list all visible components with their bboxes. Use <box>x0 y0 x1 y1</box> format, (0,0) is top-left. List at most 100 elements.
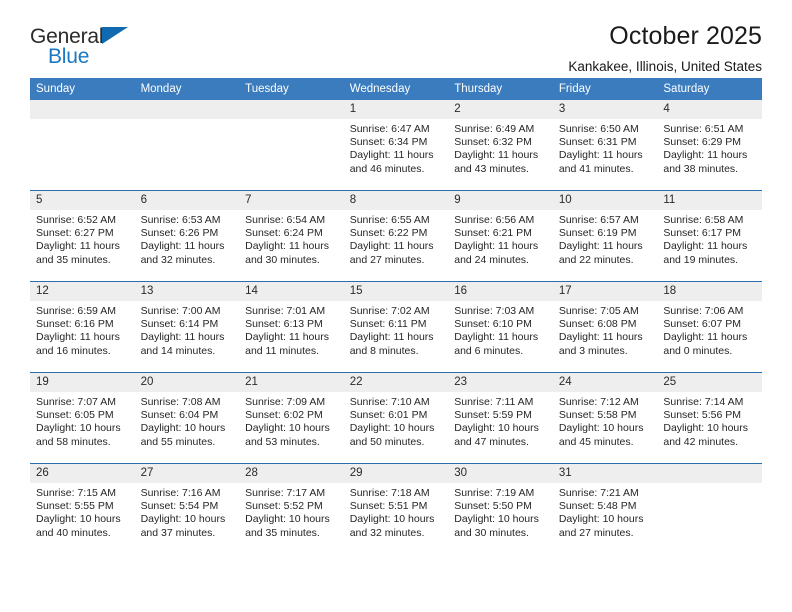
calendar-day-cell[interactable]: 30 Sunrise: 7:19 AM Sunset: 5:50 PM Dayligh… <box>448 463 553 554</box>
daylight-duration-line2: and 3 minutes. <box>558 344 628 357</box>
sunrise-time: Sunrise: 7:01 AM <box>245 305 326 317</box>
day-number: 26 <box>30 464 135 483</box>
calendar-day-cell[interactable]: 24 Sunrise: 7:12 AM Sunset: 5:58 PM Dayligh… <box>552 372 658 464</box>
day-cell-inner: 24 Sunrise: 7:12 AM Sunset: 5:58 PM Dayligh… <box>552 373 658 463</box>
daylight-duration-line1: Daylight: 11 hours <box>140 240 225 253</box>
daylight-duration-line1: Daylight: 10 hours <box>663 422 749 435</box>
day-cell-inner: 5 Sunrise: 6:52 AM Sunset: 6:27 PM Daylight… <box>30 191 135 281</box>
calendar-day-cell[interactable]: 18 Sunrise: 7:06 AM Sunset: 6:07 PM Dayligh… <box>657 281 762 373</box>
weekday-header-monday: Monday <box>134 78 240 100</box>
day-details: Sunrise: 7:12 AM Sunset: 5:58 PM Daylight:… <box>553 392 658 449</box>
sunset-time: Sunset: 6:22 PM <box>349 227 428 240</box>
calendar-day-cell[interactable]: 28 Sunrise: 7:17 AM Sunset: 5:52 PM Dayligh… <box>239 463 344 554</box>
day-details: Sunrise: 7:19 AM Sunset: 5:50 PM Daylight:… <box>448 483 553 540</box>
day-cell-inner: 25 Sunrise: 7:14 AM Sunset: 5:56 PM Dayligh… <box>657 373 762 463</box>
day-details: Sunrise: 6:49 AM Sunset: 6:32 PM Daylight:… <box>448 119 553 176</box>
calendar-day-cell[interactable]: 29 Sunrise: 7:18 AM Sunset: 5:51 PM Dayligh… <box>343 463 449 554</box>
calendar-body: 1 Sunrise: 6:47 AM Sunset: 6:34 PM Daylight… <box>30 100 762 554</box>
day-cell-inner: 26 Sunrise: 7:15 AM Sunset: 5:55 PM Dayligh… <box>30 464 135 554</box>
sunrise-time: Sunrise: 7:08 AM <box>140 396 221 408</box>
weekday-header-thursday: Thursday <box>448 78 553 100</box>
sunset-time: Sunset: 6:21 PM <box>454 227 532 240</box>
calendar-day-cell[interactable]: 8 Sunrise: 6:55 AM Sunset: 6:22 PM Daylight… <box>343 190 449 282</box>
day-number: 23 <box>448 373 553 392</box>
weekday-header-tuesday: Tuesday <box>239 78 344 100</box>
calendar-day-cell[interactable]: 14 Sunrise: 7:01 AM Sunset: 6:13 PM Dayligh… <box>239 281 344 373</box>
calendar-day-cell[interactable]: 5 Sunrise: 6:52 AM Sunset: 6:27 PM Daylight… <box>30 190 135 282</box>
calendar-day-cell[interactable]: 17 Sunrise: 7:05 AM Sunset: 6:08 PM Dayligh… <box>552 281 658 373</box>
calendar-day-cell[interactable]: 2 Sunrise: 6:49 AM Sunset: 6:32 PM Daylight… <box>448 100 553 191</box>
calendar-week-row: 19 Sunrise: 7:07 AM Sunset: 6:05 PM Dayligh… <box>30 372 762 464</box>
sunset-time: Sunset: 6:02 PM <box>245 409 323 422</box>
calendar-day-cell[interactable]: 4 Sunrise: 6:51 AM Sunset: 6:29 PM Daylight… <box>657 100 762 191</box>
calendar-day-cell[interactable]: 26 Sunrise: 7:15 AM Sunset: 5:55 PM Dayligh… <box>30 463 135 554</box>
sunrise-time: Sunrise: 7:09 AM <box>245 396 326 408</box>
day-number: 14 <box>239 282 344 301</box>
sunset-time: Sunset: 6:10 PM <box>454 318 532 331</box>
general-blue-logo[interactable]: General Blue <box>30 22 138 70</box>
day-number: 4 <box>657 100 762 119</box>
daylight-duration-line1: Daylight: 11 hours <box>36 240 120 253</box>
day-cell-inner: 18 Sunrise: 7:06 AM Sunset: 6:07 PM Dayligh… <box>657 282 762 372</box>
calendar-day-cell[interactable]: 22 Sunrise: 7:10 AM Sunset: 6:01 PM Dayligh… <box>343 372 449 464</box>
day-number: 25 <box>657 373 762 392</box>
calendar-day-cell[interactable]: 31 Sunrise: 7:21 AM Sunset: 5:48 PM Dayligh… <box>552 463 658 554</box>
calendar-day-cell[interactable]: 15 Sunrise: 7:02 AM Sunset: 6:11 PM Dayligh… <box>343 281 449 373</box>
sunset-time: Sunset: 6:27 PM <box>36 227 114 240</box>
calendar-day-cell[interactable]: 23 Sunrise: 7:11 AM Sunset: 5:59 PM Dayligh… <box>448 372 553 464</box>
daylight-duration-line1: Daylight: 10 hours <box>558 513 644 526</box>
sunrise-time: Sunrise: 6:51 AM <box>663 123 744 135</box>
calendar-day-cell[interactable]: 9 Sunrise: 6:56 AM Sunset: 6:21 PM Daylight… <box>448 190 553 282</box>
daylight-duration-line2: and 16 minutes. <box>36 344 111 357</box>
daylight-duration-line1: Daylight: 11 hours <box>663 149 748 162</box>
day-number: 30 <box>448 464 553 483</box>
calendar-day-cell[interactable]: 20 Sunrise: 7:08 AM Sunset: 6:04 PM Dayligh… <box>134 372 240 464</box>
day-details: Sunrise: 7:00 AM Sunset: 6:14 PM Daylight:… <box>135 301 240 358</box>
daylight-duration-line2: and 55 minutes. <box>140 435 216 448</box>
day-details: Sunrise: 7:14 AM Sunset: 5:56 PM Daylight:… <box>657 392 762 449</box>
daylight-duration-line1: Daylight: 10 hours <box>349 422 435 435</box>
day-details: Sunrise: 7:18 AM Sunset: 5:51 PM Daylight:… <box>344 483 449 540</box>
sunset-time: Sunset: 5:59 PM <box>454 409 532 422</box>
calendar-day-cell-empty <box>30 100 135 191</box>
daylight-duration-line2: and 32 minutes. <box>349 526 425 539</box>
calendar-day-cell[interactable]: 19 Sunrise: 7:07 AM Sunset: 6:05 PM Dayligh… <box>30 372 135 464</box>
day-cell-inner: 9 Sunrise: 6:56 AM Sunset: 6:21 PM Daylight… <box>448 191 553 281</box>
sunrise-time: Sunrise: 6:56 AM <box>454 214 535 226</box>
calendar-day-cell[interactable]: 21 Sunrise: 7:09 AM Sunset: 6:02 PM Dayligh… <box>239 372 344 464</box>
calendar-day-cell[interactable]: 3 Sunrise: 6:50 AM Sunset: 6:31 PM Daylight… <box>552 100 658 191</box>
calendar-day-cell[interactable]: 10 Sunrise: 6:57 AM Sunset: 6:19 PM Dayligh… <box>552 190 658 282</box>
calendar-day-cell[interactable]: 11 Sunrise: 6:58 AM Sunset: 6:17 PM Dayligh… <box>657 190 762 282</box>
day-cell-inner: 28 Sunrise: 7:17 AM Sunset: 5:52 PM Dayligh… <box>239 464 344 554</box>
sunrise-time: Sunrise: 6:59 AM <box>36 305 116 317</box>
sunrise-time: Sunrise: 7:00 AM <box>140 305 221 317</box>
calendar-day-cell[interactable]: 13 Sunrise: 7:00 AM Sunset: 6:14 PM Dayligh… <box>134 281 240 373</box>
calendar-day-cell[interactable]: 6 Sunrise: 6:53 AM Sunset: 6:26 PM Daylight… <box>134 190 240 282</box>
sunset-time: Sunset: 5:51 PM <box>349 500 428 513</box>
sunset-time: Sunset: 5:48 PM <box>558 500 637 513</box>
calendar-day-cell[interactable]: 12 Sunrise: 6:59 AM Sunset: 6:16 PM Dayligh… <box>30 281 135 373</box>
calendar-day-cell[interactable]: 27 Sunrise: 7:16 AM Sunset: 5:54 PM Dayligh… <box>134 463 240 554</box>
day-number: 11 <box>657 191 762 210</box>
day-cell-inner: 3 Sunrise: 6:50 AM Sunset: 6:31 PM Daylight… <box>552 100 658 190</box>
day-cell-inner: 22 Sunrise: 7:10 AM Sunset: 6:01 PM Dayligh… <box>343 373 449 463</box>
daylight-duration-line2: and 8 minutes. <box>349 344 419 357</box>
day-cell-inner: 2 Sunrise: 6:49 AM Sunset: 6:32 PM Daylight… <box>448 100 553 190</box>
location-subtitle: Kankakee, Illinois, United States <box>568 58 762 74</box>
daylight-duration-line2: and 50 minutes. <box>349 435 425 448</box>
day-details: Sunrise: 6:56 AM Sunset: 6:21 PM Daylight:… <box>448 210 553 267</box>
daylight-duration-line1: Daylight: 11 hours <box>245 331 329 344</box>
calendar-day-cell-empty <box>239 100 344 191</box>
day-number <box>657 464 762 483</box>
daylight-duration-line2: and 32 minutes. <box>140 253 216 266</box>
day-details: Sunrise: 7:11 AM Sunset: 5:59 PM Daylight:… <box>448 392 553 449</box>
day-cell-inner: 7 Sunrise: 6:54 AM Sunset: 6:24 PM Daylight… <box>239 191 344 281</box>
day-number: 12 <box>30 282 135 301</box>
calendar-day-cell[interactable]: 7 Sunrise: 6:54 AM Sunset: 6:24 PM Daylight… <box>239 190 344 282</box>
daylight-duration-line2: and 43 minutes. <box>454 162 529 175</box>
calendar-day-cell[interactable]: 1 Sunrise: 6:47 AM Sunset: 6:34 PM Daylight… <box>343 100 449 191</box>
day-cell-inner: 20 Sunrise: 7:08 AM Sunset: 6:04 PM Dayligh… <box>134 373 240 463</box>
calendar-day-cell[interactable]: 25 Sunrise: 7:14 AM Sunset: 5:56 PM Dayligh… <box>657 372 762 464</box>
day-details: Sunrise: 6:54 AM Sunset: 6:24 PM Daylight:… <box>239 210 344 267</box>
calendar-day-cell[interactable]: 16 Sunrise: 7:03 AM Sunset: 6:10 PM Dayligh… <box>448 281 553 373</box>
